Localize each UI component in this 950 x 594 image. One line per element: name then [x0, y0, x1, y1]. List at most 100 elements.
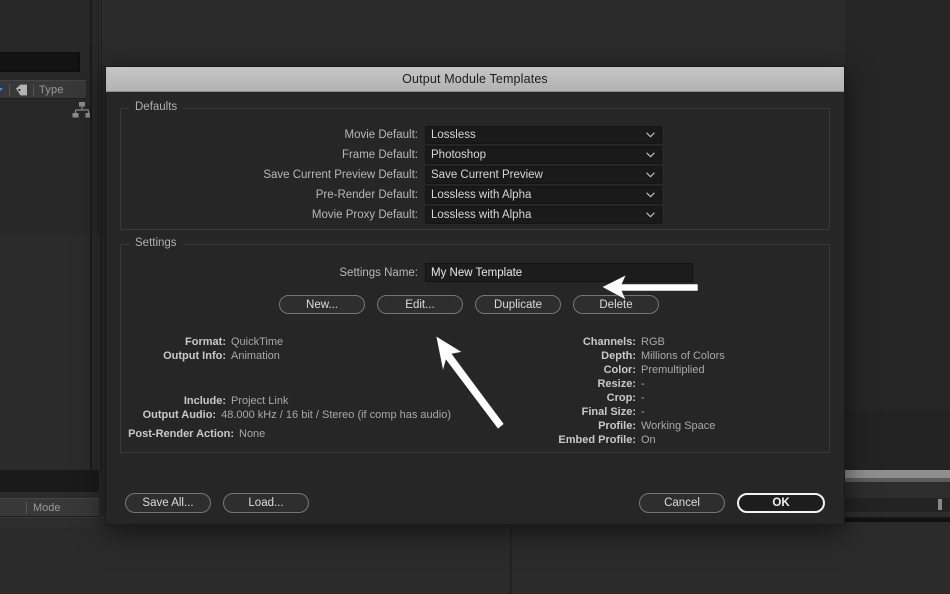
embed-profile-row: Embed Profile: On [541, 434, 831, 447]
final-size-row: Final Size: - [541, 406, 831, 419]
output-info-row: Output Info: Animation [121, 350, 451, 363]
pre-render-default-row: Pre-Render Default: Lossless with Alpha [121, 185, 829, 204]
resize-value: - [641, 378, 645, 391]
format-key: Format: [121, 336, 231, 349]
crop-row: Crop: - [541, 392, 831, 405]
header-divider [26, 502, 27, 514]
crop-value: - [641, 392, 645, 405]
footer-left-buttons: Save All... Load... [125, 493, 309, 513]
timeline-column-header-bar[interactable]: Mode [0, 498, 99, 517]
movie-default-label: Movie Default: [121, 129, 425, 141]
new-button[interactable]: New... [279, 295, 365, 314]
defaults-group: Defaults Movie Default: Lossless Frame D… [120, 108, 830, 230]
bottom-panel-divider[interactable] [510, 527, 512, 594]
embed-profile-value: On [641, 434, 656, 447]
channels-value: RGB [641, 336, 665, 349]
load-button[interactable]: Load... [223, 493, 309, 513]
header-divider [33, 84, 34, 96]
settings-info-right-column: Channels: RGB Depth: Millions of Colors … [541, 336, 831, 448]
chevron-down-icon [646, 172, 655, 178]
right-panel-row [845, 498, 950, 512]
duplicate-button[interactable]: Duplicate [475, 295, 561, 314]
channels-key: Channels: [541, 336, 641, 349]
post-render-action-row: Post-Render Action: None [121, 428, 265, 441]
project-search-input[interactable] [0, 52, 80, 72]
info-spacer [121, 364, 451, 395]
depth-key: Depth: [541, 350, 641, 363]
movie-proxy-default-row: Movie Proxy Default: Lossless with Alpha [121, 205, 829, 224]
post-render-action-key: Post-Render Action: [121, 428, 239, 441]
cancel-button[interactable]: Cancel [639, 493, 725, 513]
depth-row: Depth: Millions of Colors [541, 350, 831, 363]
dialog-titlebar: Output Module Templates [106, 67, 844, 92]
resize-row: Resize: - [541, 378, 831, 391]
header-divider [9, 84, 10, 96]
save-current-preview-default-row: Save Current Preview Default: Save Curre… [121, 165, 829, 184]
chevron-down-icon [646, 132, 655, 138]
settings-action-buttons: New... Edit... Duplicate Delete [121, 295, 829, 314]
edit-button[interactable]: Edit... [377, 295, 463, 314]
project-type-column-header[interactable]: Type [39, 84, 64, 96]
include-row: Include: Project Link [121, 395, 451, 408]
screen: Type Mode Out [0, 0, 950, 594]
channels-row: Channels: RGB [541, 336, 831, 349]
final-size-key: Final Size: [541, 406, 641, 419]
frame-default-row: Frame Default: Photoshop [121, 145, 829, 164]
timeline-lower-strip [0, 517, 106, 527]
format-value: QuickTime [231, 336, 283, 349]
background-top-area [99, 0, 849, 70]
timeline-mode-column-header[interactable]: Mode [33, 502, 61, 514]
ok-button[interactable]: OK [737, 493, 825, 513]
dialog-footer: Save All... Load... Cancel OK [106, 481, 844, 525]
movie-default-value: Lossless [431, 129, 476, 141]
movie-default-dropdown[interactable]: Lossless [425, 126, 662, 144]
output-module-templates-dialog: Output Module Templates Defaults Movie D… [105, 66, 845, 525]
crop-key: Crop: [541, 392, 641, 405]
save-current-preview-default-dropdown[interactable]: Save Current Preview [425, 166, 662, 184]
settings-name-label: Settings Name: [121, 267, 425, 279]
chevron-down-icon [646, 192, 655, 198]
pre-render-default-value: Lossless with Alpha [431, 189, 531, 201]
timeline-panel-strip [0, 470, 99, 492]
output-info-value: Animation [231, 350, 280, 363]
movie-proxy-default-dropdown[interactable]: Lossless with Alpha [425, 206, 662, 224]
save-current-preview-default-label: Save Current Preview Default: [121, 169, 425, 181]
output-audio-value: 48.000 kHz / 16 bit / Stereo (if comp ha… [221, 409, 451, 422]
defaults-group-legend: Defaults [129, 101, 183, 113]
settings-name-row: Settings Name: My New Template [121, 263, 829, 282]
profile-value: Working Space [641, 420, 715, 433]
include-value: Project Link [231, 395, 288, 408]
settings-info-left-column: Format: QuickTime Output Info: Animation… [121, 336, 451, 423]
output-audio-key: Output Audio: [121, 409, 221, 422]
movie-default-row: Movie Default: Lossless [121, 125, 829, 144]
color-row: Color: Premultiplied [541, 364, 831, 377]
hierarchy-icon[interactable] [72, 102, 92, 123]
color-key: Color: [541, 364, 641, 377]
right-panel-header [845, 470, 950, 478]
movie-proxy-default-value: Lossless with Alpha [431, 209, 531, 221]
settings-name-input[interactable]: My New Template [425, 263, 693, 282]
delete-button[interactable]: Delete [573, 295, 659, 314]
frame-default-value: Photoshop [431, 149, 486, 161]
profile-key: Profile: [541, 420, 641, 433]
right-panel-handle[interactable] [938, 499, 942, 510]
depth-value: Millions of Colors [641, 350, 725, 363]
pre-render-default-dropdown[interactable]: Lossless with Alpha [425, 186, 662, 204]
frame-default-dropdown[interactable]: Photoshop [425, 146, 662, 164]
save-all-button[interactable]: Save All... [125, 493, 211, 513]
panel-divider-secondary[interactable] [99, 0, 102, 474]
background-right-shade [845, 410, 950, 470]
right-panel-footer [845, 519, 950, 522]
tag-icon [15, 84, 28, 96]
dialog-body: Defaults Movie Default: Lossless Frame D… [106, 92, 844, 525]
profile-row: Profile: Working Space [541, 420, 831, 433]
pre-render-default-label: Pre-Render Default: [121, 189, 425, 201]
project-column-header-bar[interactable]: Type [0, 80, 86, 99]
footer-right-buttons: Cancel OK [639, 493, 825, 513]
settings-group-legend: Settings [129, 237, 183, 249]
chevron-down-icon [646, 152, 655, 158]
dialog-title: Output Module Templates [402, 72, 548, 86]
frame-default-label: Frame Default: [121, 149, 425, 161]
panel-divider[interactable] [90, 0, 92, 474]
include-key: Include: [121, 395, 231, 408]
